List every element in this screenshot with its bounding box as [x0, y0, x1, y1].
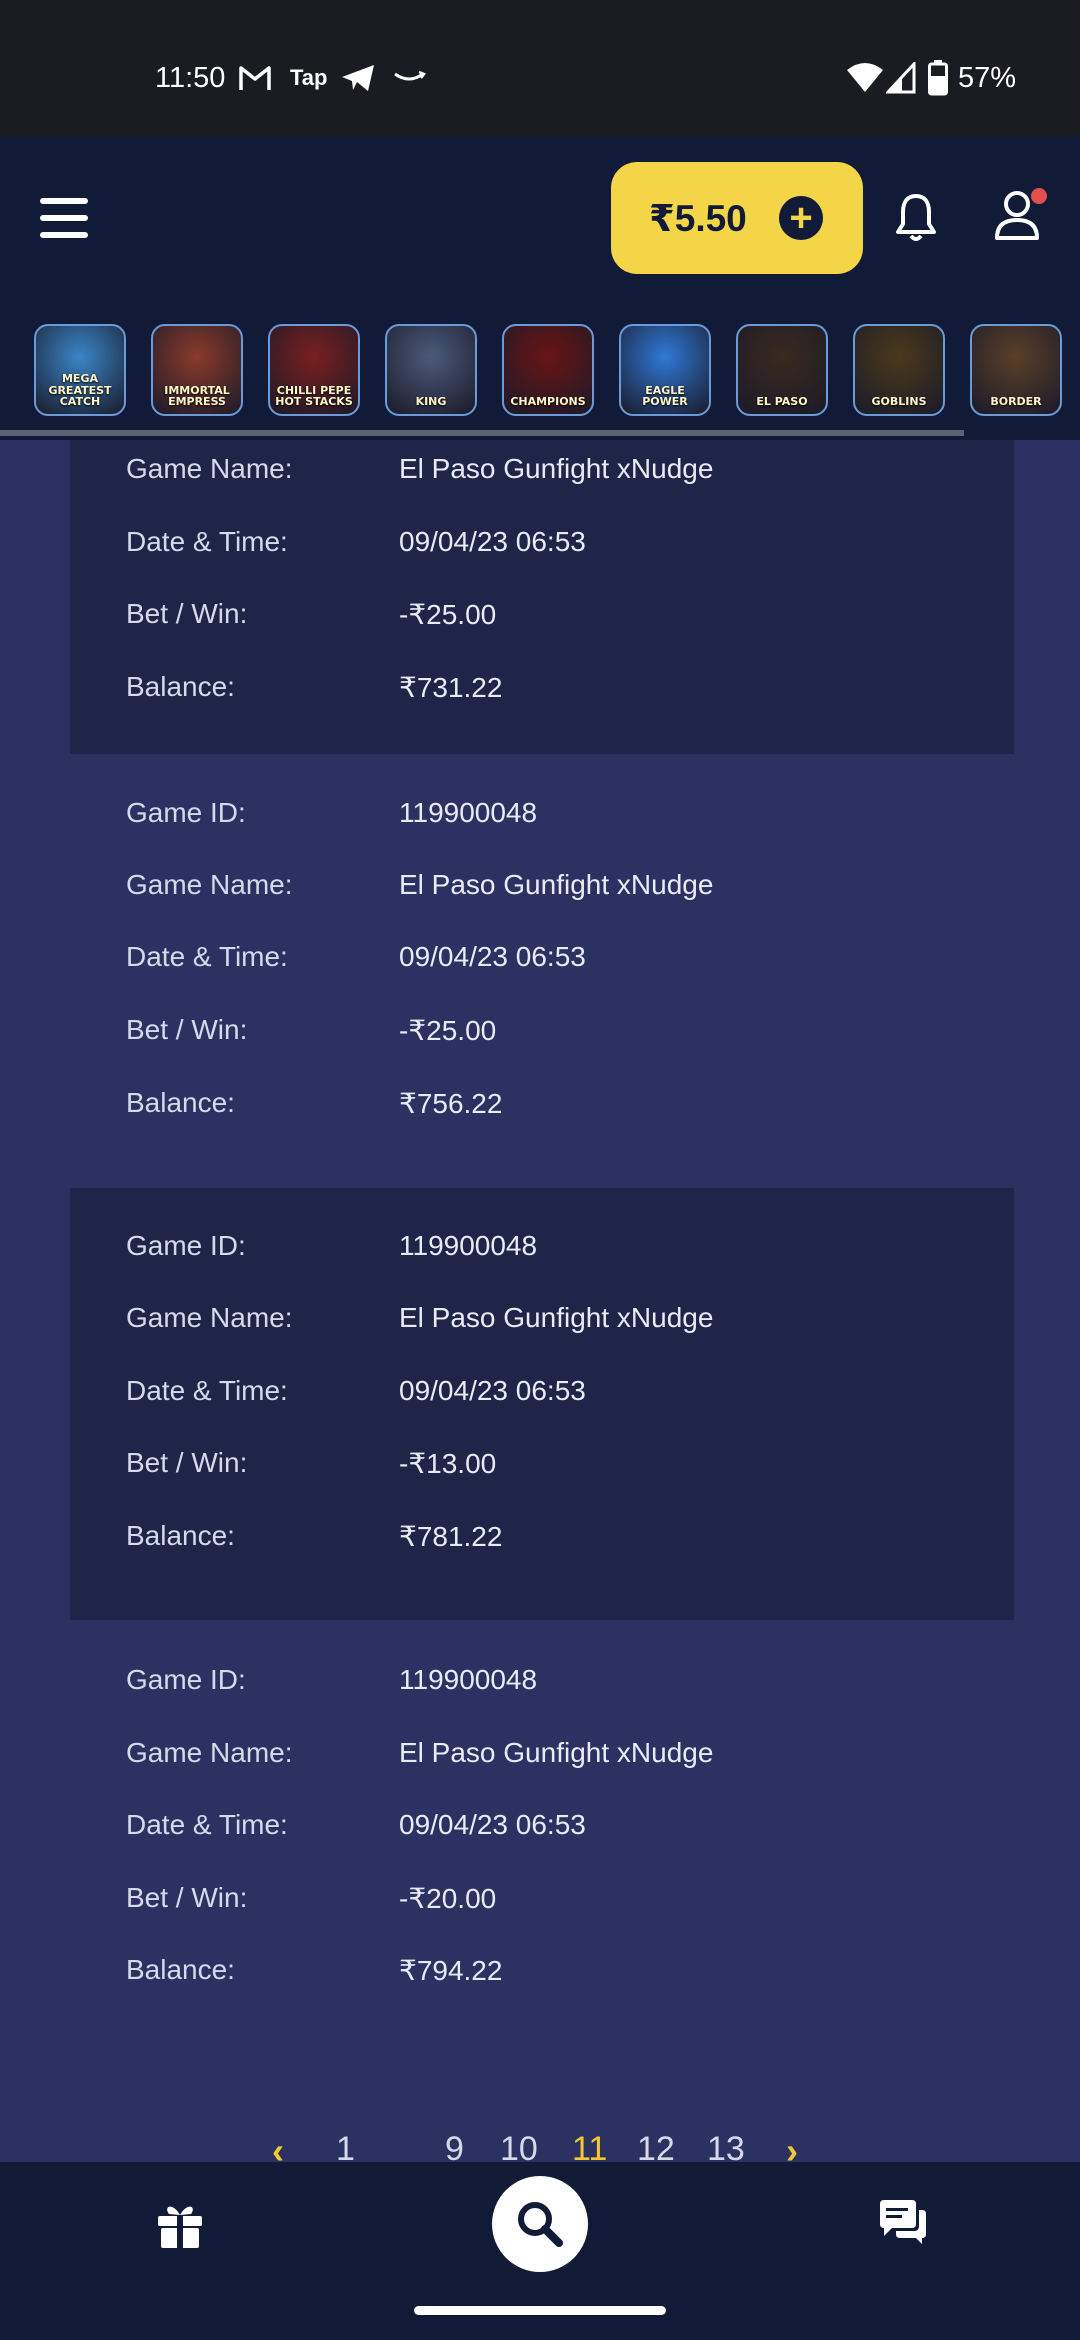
game-thumb[interactable]: BORDER: [970, 324, 1062, 416]
bet-win-row: Bet / Win: -₹25.00: [126, 1014, 497, 1046]
game-thumb[interactable]: IMMORTAL EMPRESS: [151, 324, 243, 416]
game-thumb[interactable]: CHAMPIONS: [502, 324, 594, 416]
tap-app-label: Tap: [290, 65, 328, 90]
bet-win-value: -₹13.00: [399, 1448, 497, 1479]
prev-page-button[interactable]: ‹: [272, 2130, 284, 2162]
bet-win-value: -₹20.00: [399, 1883, 497, 1914]
signal-icon: [886, 60, 916, 96]
search-icon: [518, 2202, 563, 2247]
gmail-icon: [238, 60, 272, 96]
status-time: 11:50: [155, 62, 226, 94]
wifi-icon: [846, 60, 884, 96]
page-10-button[interactable]: 10: [500, 2130, 538, 2162]
date-time-row: Date & Time: 09/04/23 06:53: [126, 1809, 586, 1840]
date-time-row: Date & Time: 09/04/23 06:53: [126, 941, 586, 972]
game-history-list[interactable]: Game Name: El Paso Gunfight xNudge Date …: [70, 440, 1014, 2162]
bet-win-value: -₹25.00: [399, 599, 497, 630]
game-id-value: 119900048: [399, 1230, 538, 1261]
bet-win-row: Bet / Win: -₹20.00: [126, 1882, 497, 1914]
menu-button[interactable]: [40, 198, 88, 238]
balance-value: ₹794.22: [399, 1955, 503, 1986]
balance-row: Balance: ₹756.22: [126, 1087, 503, 1119]
home-indicator[interactable]: [414, 2306, 666, 2315]
game-id-value: 119900048: [399, 1664, 538, 1695]
bell-icon: [896, 194, 936, 241]
bet-win-row: Bet / Win: -₹13.00: [126, 1447, 497, 1479]
telegram-icon: [340, 60, 376, 96]
battery-icon: [928, 60, 948, 96]
pagination: ‹ 1 9 10 11 12 13 ›: [0, 2130, 1080, 2162]
game-thumb[interactable]: KING: [385, 324, 477, 416]
game-name-row: Game Name: El Paso Gunfight xNudge: [126, 869, 714, 900]
bet-win-row: Bet / Win: -₹25.00: [126, 598, 497, 630]
balance-value: ₹756.22: [399, 1088, 503, 1119]
profile-button[interactable]: [993, 186, 1049, 244]
history-record: Game ID: 119900048 Game Name: El Paso Gu…: [70, 1188, 1014, 1620]
app-header: ₹5.50 + MEGA GREATEST CATCH IMMORTAL EMP…: [0, 136, 1080, 440]
plus-icon: +: [779, 196, 823, 240]
bottom-navigation: [0, 2162, 1080, 2340]
game-id-value: 119900048: [399, 797, 538, 828]
gift-icon: [158, 2206, 202, 2248]
amazon-icon: [392, 60, 426, 96]
game-thumb[interactable]: EAGLE POWER: [619, 324, 711, 416]
status-bar: 11:50 Tap 57%: [0, 0, 1080, 136]
balance-row: Balance: ₹781.22: [126, 1520, 503, 1552]
game-name-value: El Paso Gunfight xNudge: [399, 869, 714, 900]
date-time-row: Date & Time: 09/04/23 06:53: [126, 1375, 586, 1406]
game-name-row: Game Name: El Paso Gunfight xNudge: [126, 453, 714, 484]
page-11-button[interactable]: 11: [572, 2130, 607, 2162]
chat-button[interactable]: [876, 2198, 930, 2250]
chat-icon: [880, 2200, 926, 2244]
battery-percent: 57%: [958, 62, 1017, 94]
date-time-value: 09/04/23 06:53: [399, 1809, 586, 1840]
game-name-row: Game Name: El Paso Gunfight xNudge: [126, 1302, 714, 1333]
history-record: Game ID: 119900048 Game Name: El Paso Gu…: [70, 1620, 1014, 2052]
bet-win-value: -₹25.00: [399, 1015, 497, 1046]
game-thumb[interactable]: CHILLI PEPE HOT STACKS: [268, 324, 360, 416]
game-name-row: Game Name: El Paso Gunfight xNudge: [126, 1737, 714, 1768]
game-name-value: El Paso Gunfight xNudge: [399, 1302, 714, 1333]
date-time-value: 09/04/23 06:53: [399, 1375, 586, 1406]
balance-value: ₹781.22: [399, 1521, 503, 1552]
balance-row: Balance: ₹731.22: [126, 671, 503, 703]
carousel-scrollbar[interactable]: [0, 430, 964, 436]
balance-row: Balance: ₹794.22: [126, 1954, 503, 1986]
history-record: Game Name: El Paso Gunfight xNudge Date …: [70, 440, 1014, 754]
game-name-value: El Paso Gunfight xNudge: [399, 1737, 714, 1768]
balance-value: ₹731.22: [399, 672, 503, 703]
history-record: Game ID: 119900048 Game Name: El Paso Gu…: [70, 754, 1014, 1186]
page-13-button[interactable]: 13: [707, 2130, 745, 2162]
balance-amount: ₹5.50: [649, 197, 747, 239]
next-page-button[interactable]: ›: [786, 2130, 798, 2162]
page-9-button[interactable]: 9: [445, 2130, 464, 2162]
page-12-button[interactable]: 12: [637, 2130, 675, 2162]
notification-dot: [1029, 186, 1049, 206]
hamburger-icon: [40, 198, 88, 204]
notification-button[interactable]: [894, 192, 938, 244]
date-time-value: 09/04/23 06:53: [399, 526, 586, 557]
search-button[interactable]: [492, 2176, 588, 2272]
balance-deposit-button[interactable]: ₹5.50 +: [611, 162, 863, 274]
game-id-row: Game ID: 119900048: [126, 1230, 538, 1261]
game-id-row: Game ID: 119900048: [126, 797, 538, 828]
game-name-value: El Paso Gunfight xNudge: [399, 453, 714, 484]
games-carousel[interactable]: MEGA GREATEST CATCH IMMORTAL EMPRESS CHI…: [34, 324, 1080, 420]
game-id-row: Game ID: 119900048: [126, 1664, 538, 1695]
game-thumb[interactable]: EL PASO: [736, 324, 828, 416]
promotions-button[interactable]: [155, 2200, 205, 2250]
date-time-row: Date & Time: 09/04/23 06:53: [126, 526, 586, 557]
page-1-button[interactable]: 1: [336, 2130, 355, 2162]
game-thumb[interactable]: GOBLINS: [853, 324, 945, 416]
game-thumb[interactable]: MEGA GREATEST CATCH: [34, 324, 126, 416]
date-time-value: 09/04/23 06:53: [399, 941, 586, 972]
